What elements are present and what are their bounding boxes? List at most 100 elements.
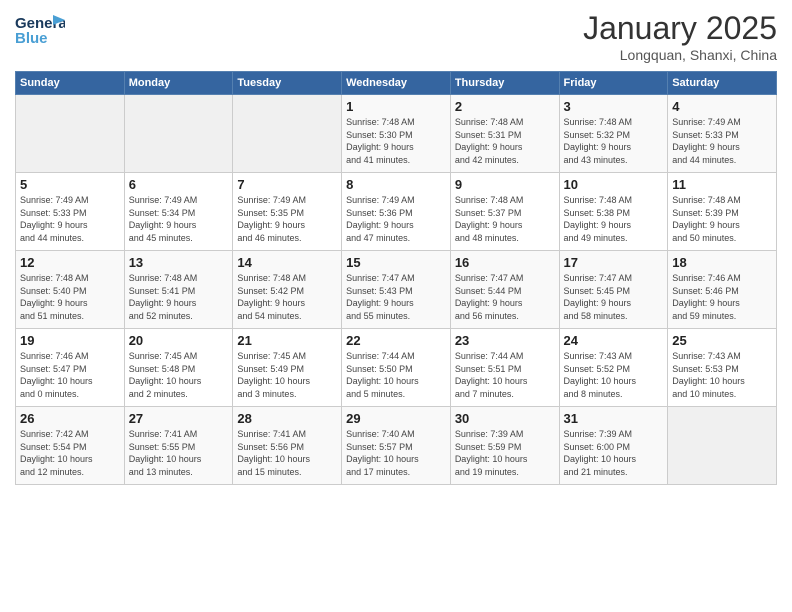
calendar-cell: 24Sunrise: 7:43 AM Sunset: 5:52 PM Dayli…: [559, 329, 668, 407]
calendar-cell: 21Sunrise: 7:45 AM Sunset: 5:49 PM Dayli…: [233, 329, 342, 407]
calendar-cell: 14 Sunrise: 7:48 AM Sunset: 5:42 PM Dayli…: [233, 251, 342, 329]
day-number: 9: [455, 177, 555, 192]
day-number: 16: [455, 255, 555, 270]
day-info: Sunrise: 7:43 AM Sunset: 5:53 PM Dayligh…: [672, 350, 772, 400]
day-number: 7: [237, 177, 337, 192]
day-number: 25: [672, 333, 772, 348]
day-number: 29: [346, 411, 446, 426]
calendar-cell: [16, 95, 125, 173]
day-info: Sunrise: 7:39 AM Sunset: 5:59 PM Dayligh…: [455, 428, 555, 478]
calendar-cell: 9 Sunrise: 7:48 AM Sunset: 5:37 PM Daylig…: [450, 173, 559, 251]
day-number: 21: [237, 333, 337, 348]
day-number: 19: [20, 333, 120, 348]
day-number: 18: [672, 255, 772, 270]
calendar-cell: 23 Sunrise: 7:44 AM Sunset: 5:51 PM Dayli…: [450, 329, 559, 407]
day-number: 12: [20, 255, 120, 270]
day-info: Sunrise: 7:48 AM Sunset: 5:42 PM Dayligh…: [237, 272, 337, 322]
day-info: Sunrise: 7:41 AM Sunset: 5:55 PM Dayligh…: [129, 428, 229, 478]
day-number: 1: [346, 99, 446, 114]
day-info: Sunrise: 7:47 AM Sunset: 5:43 PM Dayligh…: [346, 272, 446, 322]
day-info: Sunrise: 7:44 AM Sunset: 5:51 PM Dayligh…: [455, 350, 555, 400]
month-title: January 2025: [583, 10, 777, 47]
day-info: Sunrise: 7:48 AM Sunset: 5:40 PM Dayligh…: [20, 272, 120, 322]
calendar-cell: 5 Sunrise: 7:49 AM Sunset: 5:33 PM Daylig…: [16, 173, 125, 251]
calendar-cell: 4 Sunrise: 7:49 AM Sunset: 5:33 PM Daylig…: [668, 95, 777, 173]
calendar-cell: 15 Sunrise: 7:47 AM Sunset: 5:43 PM Dayli…: [342, 251, 451, 329]
calendar-cell: [124, 95, 233, 173]
svg-text:Blue: Blue: [15, 30, 48, 47]
calendar-cell: 10 Sunrise: 7:48 AM Sunset: 5:38 PM Dayli…: [559, 173, 668, 251]
page-container: General Blue January 2025 Longquan, Shan…: [0, 0, 792, 495]
header-row: Sunday Monday Tuesday Wednesday Thursday…: [16, 72, 777, 95]
header-monday: Monday: [124, 72, 233, 95]
day-number: 10: [564, 177, 664, 192]
day-number: 14: [237, 255, 337, 270]
calendar-cell: 6Sunrise: 7:49 AM Sunset: 5:34 PM Daylig…: [124, 173, 233, 251]
day-info: Sunrise: 7:47 AM Sunset: 5:44 PM Dayligh…: [455, 272, 555, 322]
day-number: 27: [129, 411, 229, 426]
calendar-cell: 27 Sunrise: 7:41 AM Sunset: 5:55 PM Dayli…: [124, 407, 233, 485]
day-number: 4: [672, 99, 772, 114]
day-info: Sunrise: 7:49 AM Sunset: 5:35 PM Dayligh…: [237, 194, 337, 244]
calendar-cell: [668, 407, 777, 485]
logo: General Blue: [15, 10, 65, 55]
calendar-cell: 16 Sunrise: 7:47 AM Sunset: 5:44 PM Dayli…: [450, 251, 559, 329]
header-thursday: Thursday: [450, 72, 559, 95]
day-info: Sunrise: 7:48 AM Sunset: 5:31 PM Dayligh…: [455, 116, 555, 166]
calendar-cell: 2Sunrise: 7:48 AM Sunset: 5:31 PM Daylig…: [450, 95, 559, 173]
day-number: 23: [455, 333, 555, 348]
calendar-cell: 25 Sunrise: 7:43 AM Sunset: 5:53 PM Dayli…: [668, 329, 777, 407]
calendar-cell: 13Sunrise: 7:48 AM Sunset: 5:41 PM Dayli…: [124, 251, 233, 329]
day-info: Sunrise: 7:42 AM Sunset: 5:54 PM Dayligh…: [20, 428, 120, 478]
logo-icon: General Blue: [15, 10, 65, 50]
day-number: 8: [346, 177, 446, 192]
calendar-cell: 26 Sunrise: 7:42 AM Sunset: 5:54 PM Dayli…: [16, 407, 125, 485]
day-info: Sunrise: 7:41 AM Sunset: 5:56 PM Dayligh…: [237, 428, 337, 478]
day-number: 17: [564, 255, 664, 270]
calendar-cell: 29Sunrise: 7:40 AM Sunset: 5:57 PM Dayli…: [342, 407, 451, 485]
header-friday: Friday: [559, 72, 668, 95]
day-number: 15: [346, 255, 446, 270]
calendar-week-4: 26 Sunrise: 7:42 AM Sunset: 5:54 PM Dayli…: [16, 407, 777, 485]
location: Longquan, Shanxi, China: [583, 47, 777, 63]
calendar-cell: 11 Sunrise: 7:48 AM Sunset: 5:39 PM Dayli…: [668, 173, 777, 251]
header-wednesday: Wednesday: [342, 72, 451, 95]
day-info: Sunrise: 7:45 AM Sunset: 5:48 PM Dayligh…: [129, 350, 229, 400]
day-info: Sunrise: 7:48 AM Sunset: 5:37 PM Dayligh…: [455, 194, 555, 244]
day-info: Sunrise: 7:44 AM Sunset: 5:50 PM Dayligh…: [346, 350, 446, 400]
day-info: Sunrise: 7:39 AM Sunset: 6:00 PM Dayligh…: [564, 428, 664, 478]
calendar-cell: 12 Sunrise: 7:48 AM Sunset: 5:40 PM Dayli…: [16, 251, 125, 329]
day-number: 26: [20, 411, 120, 426]
calendar-week-2: 12 Sunrise: 7:48 AM Sunset: 5:40 PM Dayli…: [16, 251, 777, 329]
day-number: 30: [455, 411, 555, 426]
calendar-cell: 7 Sunrise: 7:49 AM Sunset: 5:35 PM Daylig…: [233, 173, 342, 251]
calendar-cell: 3Sunrise: 7:48 AM Sunset: 5:32 PM Daylig…: [559, 95, 668, 173]
calendar-cell: [233, 95, 342, 173]
calendar-cell: 18 Sunrise: 7:46 AM Sunset: 5:46 PM Dayli…: [668, 251, 777, 329]
calendar-week-1: 5 Sunrise: 7:49 AM Sunset: 5:33 PM Daylig…: [16, 173, 777, 251]
title-block: January 2025 Longquan, Shanxi, China: [583, 10, 777, 63]
day-number: 20: [129, 333, 229, 348]
calendar-cell: 1Sunrise: 7:48 AM Sunset: 5:30 PM Daylig…: [342, 95, 451, 173]
day-number: 11: [672, 177, 772, 192]
day-info: Sunrise: 7:46 AM Sunset: 5:47 PM Dayligh…: [20, 350, 120, 400]
day-number: 6: [129, 177, 229, 192]
calendar-cell: 20 Sunrise: 7:45 AM Sunset: 5:48 PM Dayli…: [124, 329, 233, 407]
day-number: 5: [20, 177, 120, 192]
header: General Blue January 2025 Longquan, Shan…: [15, 10, 777, 63]
day-number: 31: [564, 411, 664, 426]
calendar-cell: 8Sunrise: 7:49 AM Sunset: 5:36 PM Daylig…: [342, 173, 451, 251]
calendar-cell: 30 Sunrise: 7:39 AM Sunset: 5:59 PM Dayli…: [450, 407, 559, 485]
header-tuesday: Tuesday: [233, 72, 342, 95]
calendar-cell: 19 Sunrise: 7:46 AM Sunset: 5:47 PM Dayli…: [16, 329, 125, 407]
day-info: Sunrise: 7:48 AM Sunset: 5:39 PM Dayligh…: [672, 194, 772, 244]
calendar-week-3: 19 Sunrise: 7:46 AM Sunset: 5:47 PM Dayli…: [16, 329, 777, 407]
day-info: Sunrise: 7:46 AM Sunset: 5:46 PM Dayligh…: [672, 272, 772, 322]
day-info: Sunrise: 7:49 AM Sunset: 5:33 PM Dayligh…: [672, 116, 772, 166]
day-info: Sunrise: 7:48 AM Sunset: 5:38 PM Dayligh…: [564, 194, 664, 244]
header-sunday: Sunday: [16, 72, 125, 95]
day-info: Sunrise: 7:49 AM Sunset: 5:33 PM Dayligh…: [20, 194, 120, 244]
day-info: Sunrise: 7:43 AM Sunset: 5:52 PM Dayligh…: [564, 350, 664, 400]
day-number: 13: [129, 255, 229, 270]
day-number: 3: [564, 99, 664, 114]
